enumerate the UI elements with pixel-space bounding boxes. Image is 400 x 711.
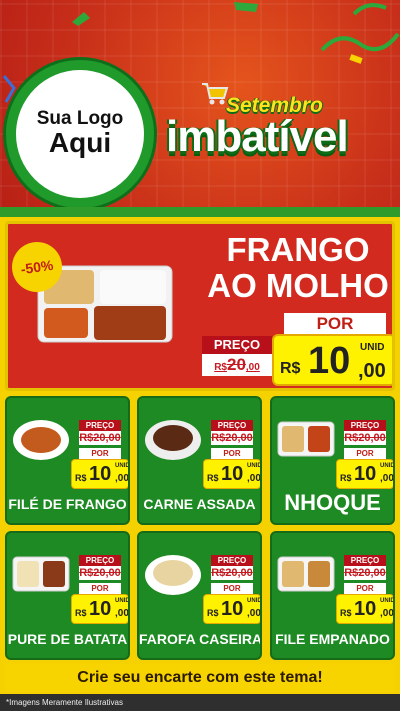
new-price-label: POR [211,448,253,459]
confetti-icon [352,3,387,16]
food-bowl-icon [13,420,69,460]
new-price-label: POR [79,448,121,459]
currency: R$ [280,360,301,377]
logo-badge: Sua Logo Aqui [6,60,154,208]
unit-label: UNID [360,342,385,353]
product-card[interactable]: PREÇO R$20,00 POR R$ 10 UNID ,00 NHOQUE [270,396,395,525]
campaign-title: Setembro imbatível [166,83,396,186]
divider [0,207,400,217]
product-card[interactable]: PREÇO R$20,00 POR R$ 10 UNID ,00 FILE EMPAN… [270,531,395,660]
price-decimal: ,00 [358,360,386,382]
logo-text-line1: Sua Logo [36,108,124,130]
old-price-label: PREÇO [79,555,121,566]
price-box: R$ 10 UNID ,00 [203,594,260,624]
price-box: R$ 10 UNID ,00 [272,334,392,386]
product-name: FILE EMPANADO [275,631,390,647]
product-name: NHOQUE [284,490,381,515]
old-price: R$20,00 [344,566,386,580]
new-price-label: POR [284,313,386,335]
hero-title-line2: AO MOLHO [207,267,389,305]
new-price-label: POR [344,583,386,594]
old-price-label: PREÇO [211,420,253,431]
product-card[interactable]: PREÇO R$20,00 POR R$ 10 UNID ,00 FAROFA CAS… [137,531,262,660]
new-price-label: POR [211,583,253,594]
old-price: R$20,00 [211,566,253,580]
old-price: R$20,00 [344,431,386,445]
new-price-label: POR [344,448,386,459]
product-name: FAROFA CASEIRA [139,631,262,647]
product-name: PURE DE BATATA [7,631,128,647]
logo-placeholder[interactable]: Sua Logo Aqui [16,70,144,198]
old-price: R$20,00 [202,354,272,376]
food-tray-icon [12,556,70,592]
price-box: R$ 10 UNID ,00 [71,594,128,624]
price-box: R$ 10 UNID ,00 [203,459,260,489]
confetti-icon [234,2,258,12]
old-price-label: PREÇO [344,420,386,431]
old-price-label: PREÇO [344,555,386,566]
food-tray-icon [277,421,335,457]
confetti-icon [72,12,90,26]
product-name: CARNE ASSADA [143,496,256,512]
product-card[interactable]: PREÇO R$20,00 POR R$ 10 UNID ,00 CARNE ASSA… [137,396,262,525]
price-box: R$ 10 UNID ,00 [336,594,393,624]
old-price-label: PREÇO [202,336,272,354]
old-price: R$20,00 [79,566,121,580]
new-price-label: POR [79,583,121,594]
product-card[interactable]: PREÇO R$20,00 POR R$ 10 UNID ,00 FILÉ DE FR… [5,396,130,525]
food-bowl-icon [145,555,201,595]
old-price: R$20,00 [79,431,121,445]
product-name: FILÉ DE FRANGO [8,496,127,512]
header-banner: Sua Logo Aqui Setembro imbatível [0,0,400,213]
price-box: R$ 10 UNID ,00 [71,459,128,489]
old-price-label: PREÇO [211,555,253,566]
hero-title: FRANGO AO MOLHO [203,231,392,305]
old-price: R$20,00 [211,431,253,445]
disclaimer: *Imagens Meramente Ilustrativas [0,694,400,711]
hero-title-line1: FRANGO [226,231,370,268]
food-bowl-icon [145,420,201,460]
old-price-label: PREÇO [79,420,121,431]
price-box: R$ 10 UNID ,00 [336,459,393,489]
food-tray-icon [277,556,335,592]
product-card[interactable]: PREÇO R$20,00 POR R$ 10 UNID ,00 PURE DE BA… [5,531,130,660]
cta-banner[interactable]: Crie seu encarte com este tema! [5,664,395,692]
confetti-icon [320,32,400,64]
hero-offer[interactable]: -50% FRANGO AO MOLHO PREÇO R$20,00 POR R… [5,221,395,391]
campaign-headline: imbatível [166,112,349,161]
price-integer: 10 [308,340,351,382]
logo-text-line2: Aqui [48,127,112,159]
